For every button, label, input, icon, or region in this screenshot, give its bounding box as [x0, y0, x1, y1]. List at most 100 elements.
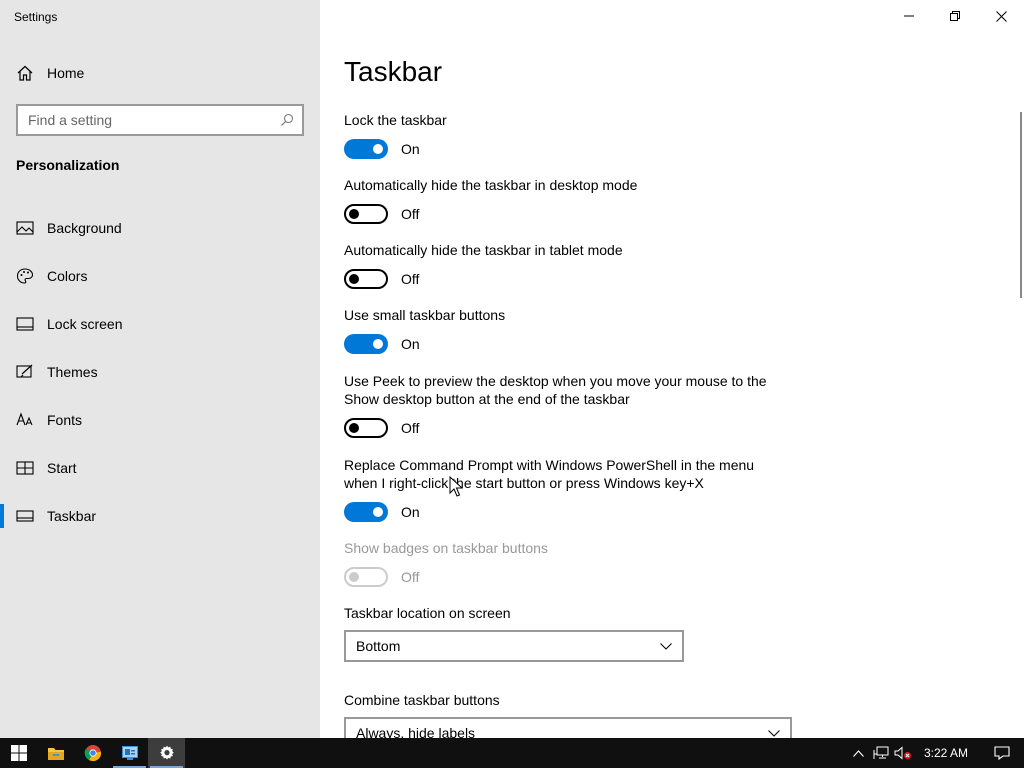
control-panel-button[interactable]: [111, 738, 148, 768]
taskbar-icon: [16, 507, 34, 525]
peek-toggle[interactable]: [344, 418, 388, 438]
show-hidden-icons-button[interactable]: [848, 738, 870, 768]
system-tray: 3:22 AM: [848, 738, 1024, 768]
sidebar-item-label: Taskbar: [47, 508, 97, 524]
sidebar-item-label: Colors: [47, 268, 88, 284]
sidebar: Settings Home Personalization Background…: [0, 0, 320, 738]
sidebar-item-label: Lock screen: [47, 316, 123, 332]
restore-icon: [950, 11, 960, 21]
action-center-button[interactable]: [980, 738, 1024, 768]
volume-button[interactable]: [892, 738, 914, 768]
sidebar-item-label: Background: [47, 220, 122, 236]
setting-autohide-desktop: Automatically hide the taskbar in deskto…: [344, 176, 784, 224]
lock-screen-icon: [16, 315, 34, 333]
chrome-button[interactable]: [74, 738, 111, 768]
minimize-button[interactable]: [886, 0, 932, 32]
setting-label: Taskbar location on screen: [344, 605, 511, 621]
section-title: Personalization: [16, 157, 120, 173]
toggle-state: On: [401, 336, 420, 352]
close-button[interactable]: [978, 0, 1024, 32]
gear-icon: [159, 745, 174, 760]
search-input[interactable]: [28, 112, 280, 128]
dropdown-value: Always, hide labels: [356, 725, 476, 738]
home-nav-item[interactable]: Home: [16, 64, 84, 82]
autohide-desktop-toggle[interactable]: [344, 204, 388, 224]
minimize-icon: [904, 15, 914, 17]
setting-peek: Use Peek to preview the desktop when you…: [344, 372, 784, 438]
setting-taskbar-location: Taskbar location on screen Bottom: [344, 604, 784, 662]
setting-small-buttons: Use small taskbar buttons On: [344, 306, 784, 354]
sidebar-item-themes[interactable]: Themes: [0, 348, 320, 396]
home-label: Home: [47, 65, 85, 81]
sidebar-item-label: Fonts: [47, 412, 83, 428]
sidebar-item-colors[interactable]: Colors: [0, 252, 320, 300]
sidebar-nav: Background Colors Lock screen Themes Fon…: [0, 204, 320, 540]
setting-autohide-tablet: Automatically hide the taskbar in tablet…: [344, 241, 784, 289]
setting-label: Replace Command Prompt with Windows Powe…: [344, 457, 755, 491]
sidebar-item-lock-screen[interactable]: Lock screen: [0, 300, 320, 348]
scrollbar[interactable]: [1020, 112, 1022, 298]
setting-badges: Show badges on taskbar buttons Off: [344, 539, 784, 587]
toggle-state: Off: [401, 271, 420, 287]
toggle-state: Off: [401, 206, 420, 222]
restore-button[interactable]: [932, 0, 978, 32]
powershell-toggle[interactable]: [344, 502, 388, 522]
sidebar-item-label: Start: [47, 460, 77, 476]
autohide-tablet-toggle[interactable]: [344, 269, 388, 289]
setting-lock-taskbar: Lock the taskbar On: [344, 111, 784, 159]
setting-label: Use small taskbar buttons: [344, 307, 506, 323]
sidebar-item-background[interactable]: Background: [0, 204, 320, 252]
main-content: Taskbar Lock the taskbar On Automaticall…: [320, 32, 1024, 738]
search-icon[interactable]: [280, 113, 294, 127]
settings-app-button[interactable]: [148, 738, 185, 768]
combine-buttons-dropdown[interactable]: Always, hide labels: [344, 717, 792, 738]
dropdown-value: Bottom: [356, 638, 401, 654]
network-icon: [873, 746, 889, 759]
volume-muted-icon: [894, 746, 911, 760]
windows-taskbar: 3:22 AM: [0, 738, 1024, 768]
themes-icon: [16, 363, 34, 381]
badges-toggle: [344, 567, 388, 587]
toggle-state: Off: [401, 420, 420, 436]
setting-label: Show badges on taskbar buttons: [344, 540, 548, 556]
lock-taskbar-toggle[interactable]: [344, 139, 388, 159]
setting-powershell: Replace Command Prompt with Windows Powe…: [344, 456, 784, 522]
setting-label: Combine taskbar buttons: [344, 692, 500, 708]
chrome-icon: [84, 745, 101, 762]
palette-icon: [16, 267, 34, 285]
page-title: Taskbar: [344, 56, 443, 87]
setting-label: Automatically hide the taskbar in deskto…: [344, 177, 638, 193]
toggle-state: On: [401, 504, 420, 520]
close-icon: [995, 10, 1007, 22]
picture-icon: [16, 219, 34, 237]
app-title: Settings: [14, 10, 58, 24]
network-button[interactable]: [870, 738, 892, 768]
setting-label: Lock the taskbar: [344, 112, 447, 128]
fonts-icon: [16, 411, 34, 429]
sidebar-item-start[interactable]: Start: [0, 444, 320, 492]
sidebar-item-fonts[interactable]: Fonts: [0, 396, 320, 444]
chevron-up-icon: [853, 749, 865, 757]
chevron-down-icon: [768, 729, 780, 737]
sidebar-item-label: Themes: [47, 364, 98, 380]
search-box[interactable]: [16, 104, 304, 136]
sidebar-item-taskbar[interactable]: Taskbar: [0, 492, 320, 540]
clock[interactable]: 3:22 AM: [914, 746, 980, 760]
file-explorer-button[interactable]: [37, 738, 74, 768]
toggle-state: Off: [401, 569, 420, 585]
setting-combine-buttons: Combine taskbar buttons Always, hide lab…: [344, 691, 792, 738]
setting-label: Use Peek to preview the desktop when you…: [344, 373, 767, 407]
chevron-down-icon: [660, 642, 672, 650]
start-button[interactable]: [0, 738, 37, 768]
home-icon: [16, 64, 34, 82]
notification-icon: [994, 746, 1010, 760]
small-buttons-toggle[interactable]: [344, 334, 388, 354]
toggle-state: On: [401, 141, 420, 157]
taskbar-location-dropdown[interactable]: Bottom: [344, 630, 684, 662]
setting-label: Automatically hide the taskbar in tablet…: [344, 242, 623, 258]
control-panel-icon: [121, 746, 138, 760]
folder-icon: [47, 747, 64, 760]
windows-logo-icon: [10, 745, 27, 761]
start-icon: [16, 459, 34, 477]
window-controls: [886, 0, 1024, 32]
